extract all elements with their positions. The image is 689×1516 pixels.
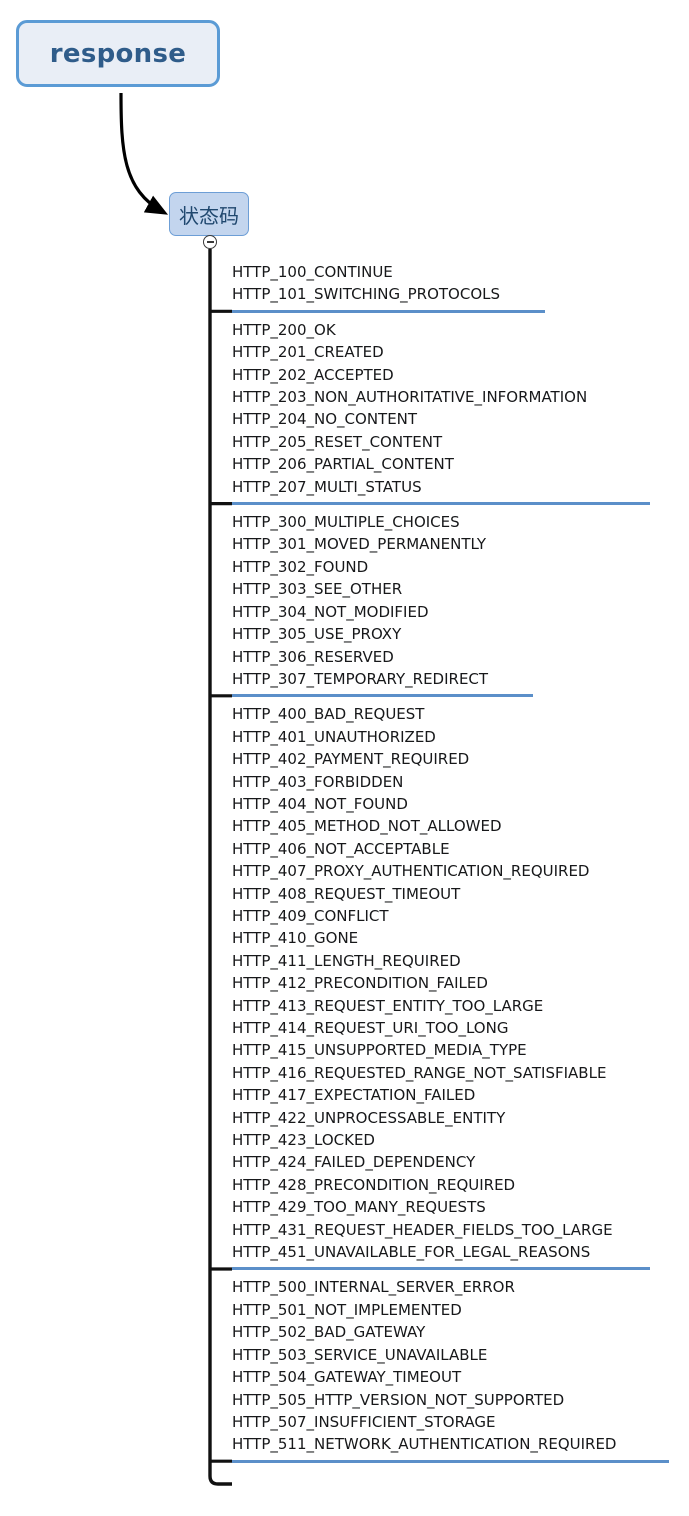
status-code-item[interactable]: HTTP_422_UNPROCESSABLE_ENTITY [232,1107,672,1129]
status-code-item[interactable]: HTTP_401_UNAUTHORIZED [232,726,672,748]
status-code-item[interactable]: HTTP_407_PROXY_AUTHENTICATION_REQUIRED [232,860,672,882]
child-node-label: 状态码 [179,203,239,228]
group-underline [232,502,650,506]
status-code-item[interactable]: HTTP_411_LENGTH_REQUIRED [232,950,672,972]
status-code-item[interactable]: HTTP_304_NOT_MODIFIED [232,601,672,623]
group-underline [232,1459,669,1463]
status-group-items: HTTP_200_OK HTTP_201_CREATED HTTP_202_ACCE… [232,314,672,501]
status-code-item[interactable]: HTTP_203_NON_AUTHORITATIVE_INFORMATION [232,386,672,408]
status-code-item[interactable]: HTTP_412_PRECONDITION_FAILED [232,972,672,994]
status-code-item[interactable]: HTTP_503_SERVICE_UNAVAILABLE [232,1344,672,1366]
minus-circle-icon[interactable] [203,235,217,249]
status-code-item[interactable]: HTTP_402_PAYMENT_REQUIRED [232,748,672,770]
status-code-item[interactable]: HTTP_416_REQUESTED_RANGE_NOT_SATISFIABLE [232,1062,672,1084]
status-code-item[interactable]: HTTP_451_UNAVAILABLE_FOR_LEGAL_REASONS [232,1241,672,1263]
status-group-items: HTTP_100_CONTINUE HTTP_101_SWITCHING_PROT… [232,256,672,309]
status-code-item[interactable]: HTTP_201_CREATED [232,341,672,363]
status-code-item[interactable]: HTTP_408_REQUEST_TIMEOUT [232,883,672,905]
status-code-item[interactable]: HTTP_200_OK [232,319,672,341]
status-code-item[interactable]: HTTP_409_CONFLICT [232,905,672,927]
status-code-item[interactable]: HTTP_207_MULTI_STATUS [232,476,672,498]
status-code-item[interactable]: HTTP_415_UNSUPPORTED_MEDIA_TYPE [232,1039,672,1061]
status-code-item[interactable]: HTTP_300_MULTIPLE_CHOICES [232,511,672,533]
status-code-item[interactable]: HTTP_403_FORBIDDEN [232,771,672,793]
status-code-item[interactable]: HTTP_306_RESERVED [232,646,672,668]
root-node-label: response [49,38,187,69]
status-code-item[interactable]: HTTP_305_USE_PROXY [232,623,672,645]
status-code-item[interactable]: HTTP_428_PRECONDITION_REQUIRED [232,1174,672,1196]
status-code-item[interactable]: HTTP_410_GONE [232,927,672,949]
status-code-item[interactable]: HTTP_429_TOO_MANY_REQUESTS [232,1196,672,1218]
minus-glyph [206,241,214,243]
status-code-item[interactable]: HTTP_400_BAD_REQUEST [232,703,672,725]
status-code-item[interactable]: HTTP_307_TEMPORARY_REDIRECT [232,668,672,690]
status-code-item[interactable]: HTTP_431_REQUEST_HEADER_FIELDS_TOO_LARGE [232,1219,672,1241]
status-code-item[interactable]: HTTP_301_MOVED_PERMANENTLY [232,533,672,555]
status-code-item[interactable]: HTTP_504_GATEWAY_TIMEOUT [232,1366,672,1388]
status-code-item[interactable]: HTTP_417_EXPECTATION_FAILED [232,1084,672,1106]
group-underline [232,694,533,698]
status-code-item[interactable]: HTTP_303_SEE_OTHER [232,578,672,600]
status-group-items: HTTP_300_MULTIPLE_CHOICES HTTP_301_MOVED_… [232,506,672,693]
status-code-item[interactable]: HTTP_424_FAILED_DEPENDENCY [232,1151,672,1173]
status-code-item[interactable]: HTTP_404_NOT_FOUND [232,793,672,815]
mindmap-canvas: response 状态码 HTTP_100_CONTINUE HTTP_101_S… [0,0,689,1516]
status-code-item[interactable]: HTTP_423_LOCKED [232,1129,672,1151]
status-group-items: HTTP_400_BAD_REQUEST HTTP_401_UNAUTHORIZE… [232,698,672,1266]
status-code-item[interactable]: HTTP_505_HTTP_VERSION_NOT_SUPPORTED [232,1389,672,1411]
status-code-item[interactable]: HTTP_100_CONTINUE [232,261,672,283]
status-code-item[interactable]: HTTP_206_PARTIAL_CONTENT [232,453,672,475]
status-group-5xx: HTTP_500_INTERNAL_SERVER_ERROR HTTP_501_N… [232,1271,672,1463]
status-code-item[interactable]: HTTP_101_SWITCHING_PROTOCOLS [232,283,672,305]
status-code-item[interactable]: HTTP_500_INTERNAL_SERVER_ERROR [232,1276,672,1298]
status-group-2xx: HTTP_200_OK HTTP_201_CREATED HTTP_202_ACCE… [232,314,672,506]
status-code-item[interactable]: HTTP_507_INSUFFICIENT_STORAGE [232,1411,672,1433]
trunk-line [208,249,232,1486]
status-code-item[interactable]: HTTP_205_RESET_CONTENT [232,431,672,453]
status-code-item[interactable]: HTTP_413_REQUEST_ENTITY_TOO_LARGE [232,995,672,1017]
status-group-items: HTTP_500_INTERNAL_SERVER_ERROR HTTP_501_N… [232,1271,672,1458]
status-code-groups: HTTP_100_CONTINUE HTTP_101_SWITCHING_PROT… [232,256,672,1464]
status-code-item[interactable]: HTTP_501_NOT_IMPLEMENTED [232,1299,672,1321]
status-group-3xx: HTTP_300_MULTIPLE_CHOICES HTTP_301_MOVED_… [232,506,672,698]
status-code-item[interactable]: HTTP_414_REQUEST_URI_TOO_LONG [232,1017,672,1039]
curved-arrow-icon [119,92,169,215]
status-code-item[interactable]: HTTP_204_NO_CONTENT [232,408,672,430]
status-code-item[interactable]: HTTP_302_FOUND [232,556,672,578]
group-underline [232,309,545,313]
status-code-item[interactable]: HTTP_405_METHOD_NOT_ALLOWED [232,815,672,837]
status-group-1xx: HTTP_100_CONTINUE HTTP_101_SWITCHING_PROT… [232,256,672,313]
status-group-4xx: HTTP_400_BAD_REQUEST HTTP_401_UNAUTHORIZE… [232,698,672,1271]
status-code-item[interactable]: HTTP_202_ACCEPTED [232,364,672,386]
child-node-status-code[interactable]: 状态码 [169,192,249,236]
status-code-item[interactable]: HTTP_406_NOT_ACCEPTABLE [232,838,672,860]
group-underline [232,1267,650,1271]
status-code-item[interactable]: HTTP_511_NETWORK_AUTHENTICATION_REQUIRED [232,1433,672,1455]
root-node[interactable]: response [16,20,220,87]
status-code-item[interactable]: HTTP_502_BAD_GATEWAY [232,1321,672,1343]
branch-ticks [210,309,232,1463]
